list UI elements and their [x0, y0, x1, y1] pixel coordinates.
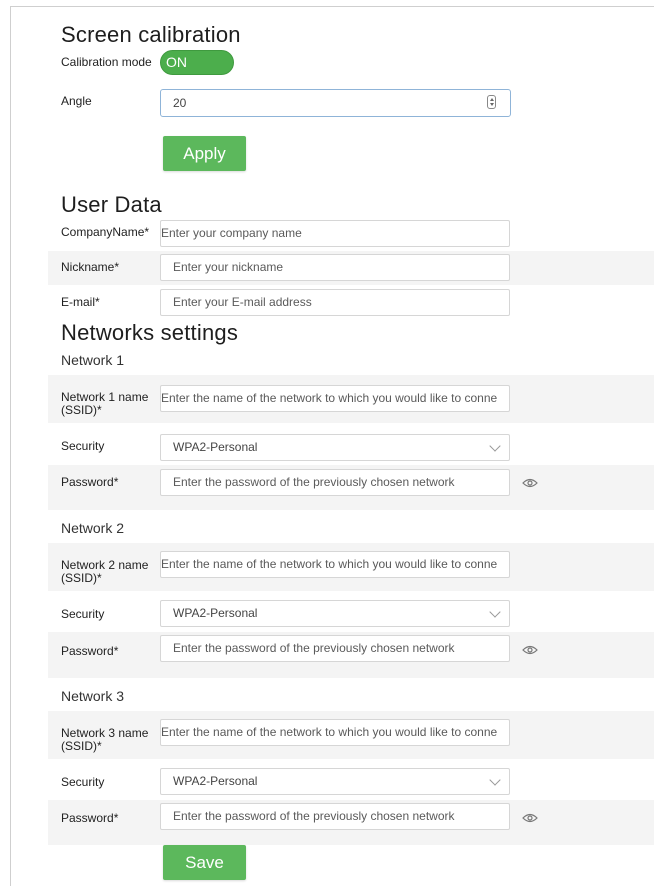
network-2-security-select[interactable]: WPA2-Personal: [160, 600, 510, 627]
angle-value: 20: [173, 96, 187, 110]
chevron-down-icon: [489, 440, 501, 452]
email-placeholder: Enter your E-mail address: [173, 295, 312, 309]
calibration-mode-toggle[interactable]: ON: [160, 50, 234, 75]
angle-input[interactable]: 20: [160, 89, 511, 117]
network-3-ssid-placeholder: Enter the name of the network to which y…: [161, 725, 498, 739]
frame-border-top: [10, 6, 654, 7]
network-2-security-label: Security: [61, 607, 105, 621]
network-3-security-label: Security: [61, 775, 105, 789]
company-name-label: CompanyName*: [61, 225, 150, 239]
network-2-ssid-input[interactable]: Enter the name of the network to which y…: [160, 551, 510, 578]
apply-button[interactable]: Apply: [163, 136, 246, 171]
calibration-mode-label: Calibration mode: [61, 55, 152, 69]
nickname-label: Nickname*: [61, 260, 120, 274]
section-title-user-data: User Data: [61, 192, 162, 217]
network-3-heading: Network 3: [61, 688, 125, 704]
nickname-input[interactable]: Enter your nickname: [160, 254, 510, 281]
email-label: E-mail*: [61, 295, 100, 309]
eye-icon[interactable]: [522, 478, 538, 488]
network-2-password-placeholder: Enter the password of the previously cho…: [173, 641, 455, 655]
network-2-name-label-line2: (SSID)*: [61, 571, 102, 585]
network-2-password-label: Password*: [61, 644, 119, 658]
network-2-ssid-placeholder: Enter the name of the network to which y…: [161, 557, 498, 571]
network-3-name-label-line2: (SSID)*: [61, 739, 102, 753]
network-1-name-label-line2: (SSID)*: [61, 403, 102, 417]
network-1-ssid-input[interactable]: Enter the name of the network to which y…: [160, 385, 510, 412]
network-1-security-label: Security: [61, 439, 105, 453]
save-button[interactable]: Save: [163, 845, 246, 880]
network-1-password-placeholder: Enter the password of the previously cho…: [173, 475, 455, 489]
section-title-screen-calibration: Screen calibration: [61, 22, 241, 47]
network-3-ssid-input[interactable]: Enter the name of the network to which y…: [160, 719, 510, 746]
network-1-heading: Network 1: [61, 352, 125, 368]
network-2-heading: Network 2: [61, 520, 125, 536]
network-1-ssid-placeholder: Enter the name of the network to which y…: [161, 391, 498, 405]
chevron-down-icon: [489, 606, 501, 618]
toggle-state-text: ON: [166, 54, 187, 70]
angle-label: Angle: [61, 94, 92, 108]
network-2-password-input[interactable]: Enter the password of the previously cho…: [160, 635, 510, 662]
nickname-placeholder: Enter your nickname: [173, 260, 284, 274]
email-input[interactable]: Enter your E-mail address: [160, 289, 510, 316]
company-name-input[interactable]: Enter your company name: [160, 220, 510, 247]
network-1-password-input[interactable]: Enter the password of the previously cho…: [160, 469, 510, 496]
company-name-placeholder: Enter your company name: [161, 226, 302, 240]
eye-icon[interactable]: [522, 813, 538, 823]
eye-icon[interactable]: [522, 645, 538, 655]
section-title-networks-settings: Networks settings: [61, 320, 239, 345]
network-3-security-select[interactable]: WPA2-Personal: [160, 768, 510, 795]
chevron-down-icon: [489, 774, 501, 786]
frame-border-left: [10, 6, 11, 886]
network-2-security-value: WPA2-Personal: [173, 606, 258, 620]
network-3-security-value: WPA2-Personal: [173, 774, 258, 788]
spin-buttons-icon[interactable]: [487, 95, 496, 109]
network-3-password-input[interactable]: Enter the password of the previously cho…: [160, 803, 510, 830]
network-3-password-placeholder: Enter the password of the previously cho…: [173, 809, 455, 823]
network-1-security-select[interactable]: WPA2-Personal: [160, 434, 510, 461]
network-3-password-label: Password*: [61, 811, 119, 825]
network-1-password-label: Password*: [61, 475, 119, 489]
network-1-security-value: WPA2-Personal: [173, 440, 258, 454]
